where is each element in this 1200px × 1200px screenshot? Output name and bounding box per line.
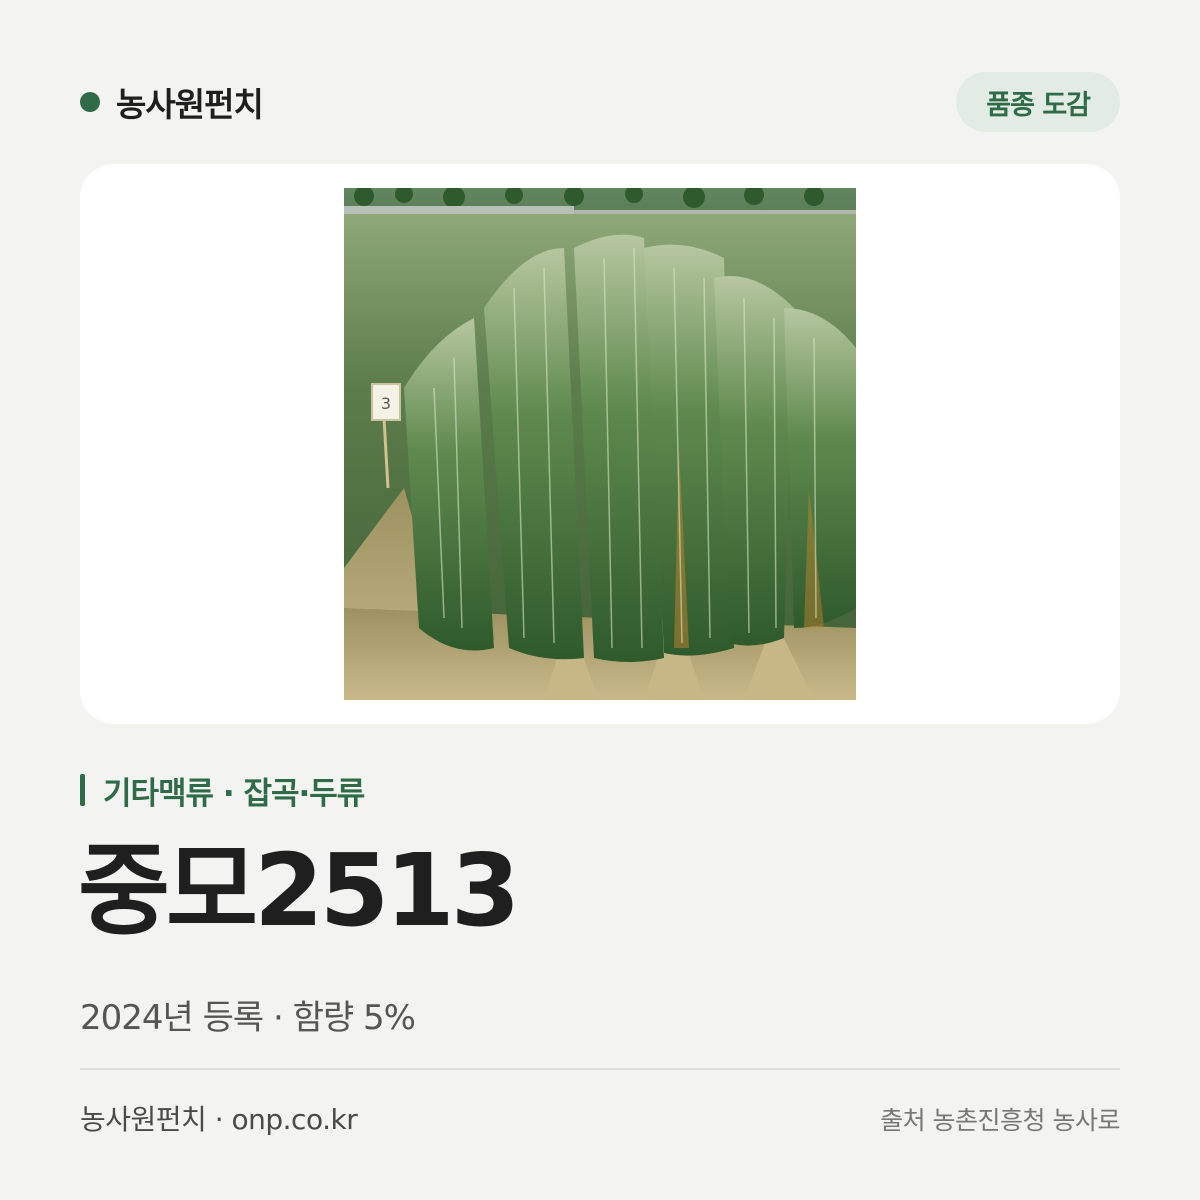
brand[interactable]: 농사원펀치	[80, 72, 264, 132]
footer-source: 출처 농촌진흥청 농사로	[880, 1106, 1120, 1135]
plot-sign-text: 3	[381, 394, 391, 413]
brand-dot-icon	[80, 92, 100, 112]
category: 기타맥류 · 잡곡·두류	[80, 770, 365, 812]
footer-site[interactable]: 농사원펀치 · onp.co.kr	[80, 1098, 358, 1138]
crop-field-photo: 3	[344, 188, 856, 700]
header: 농사원펀치 품종 도감	[80, 72, 1120, 132]
brand-name: 농사원펀치	[116, 85, 264, 124]
category-accent-bar	[80, 774, 85, 806]
category-label: 기타맥류 · 잡곡·두류	[103, 775, 365, 812]
footer-divider	[80, 1068, 1120, 1070]
variety-name: 중모2513	[78, 832, 520, 949]
variety-meta: 2024년 등록 · 함량 5%	[80, 998, 416, 1038]
photo-card: 3	[80, 164, 1120, 724]
catalog-badge[interactable]: 품종 도감	[956, 72, 1120, 132]
